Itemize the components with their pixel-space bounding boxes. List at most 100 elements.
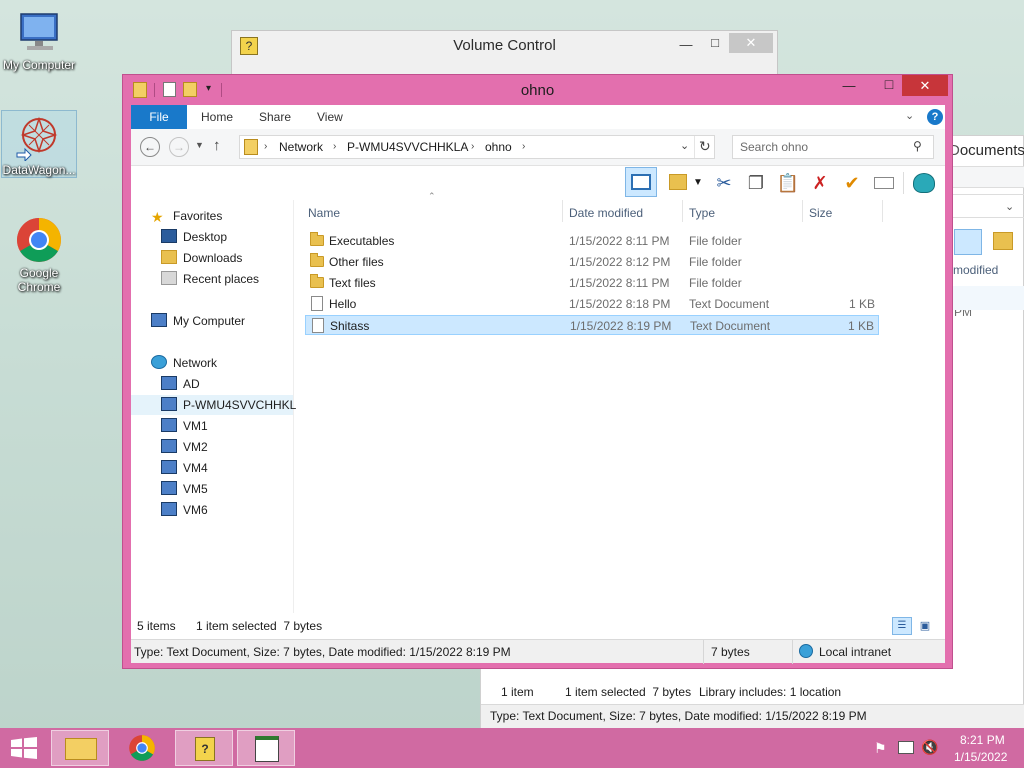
search-icon[interactable]: ⚲ (913, 139, 922, 153)
documents-status-library: Library includes: 1 location (699, 685, 842, 699)
taskbar-volume-control-button[interactable]: ? (175, 730, 233, 766)
file-date: 1/15/2022 8:18 PM (569, 297, 671, 311)
breadcrumb-network[interactable]: Network (279, 140, 323, 154)
file-list-item[interactable]: Other files 1/15/2022 8:12 PM File folder (305, 252, 879, 272)
clock-date[interactable]: 1/15/2022 (954, 750, 1007, 764)
taskbar-chrome-button[interactable] (113, 730, 171, 766)
recent-places-icon (161, 271, 177, 285)
column-header-date[interactable]: Date modified (569, 202, 643, 224)
cut-icon[interactable]: ✂ (711, 170, 737, 196)
large-icons-view-button[interactable]: ▣ (916, 617, 934, 635)
nav-recent-places[interactable]: Recent places (161, 269, 259, 289)
nav-network-computer[interactable]: P-WMU4SVVCHHKL (131, 395, 296, 415)
desktop-icon-label: DataWagon... (2, 163, 76, 177)
documents-status-items: 1 item (501, 685, 534, 699)
nav-desktop[interactable]: Desktop (161, 227, 227, 247)
status-item-count: 5 items (137, 619, 176, 633)
options-dropdown-icon[interactable]: ▼ (691, 170, 705, 196)
nav-network[interactable]: Network (151, 353, 217, 373)
title-bar[interactable]: ▾ ohno — □ ✕ (123, 75, 952, 105)
nav-network-computer[interactable]: VM6 (161, 500, 208, 520)
file-name: Shitass (330, 319, 370, 333)
column-header-type[interactable]: Type (689, 202, 715, 224)
nav-network-computer[interactable]: VM1 (161, 416, 208, 436)
nav-downloads[interactable]: Downloads (161, 248, 242, 268)
command-toolbar: ▼ ✂ ❐ 📋 ✗ ✔ (131, 166, 945, 200)
breadcrumb-separator-icon[interactable]: › (333, 141, 336, 152)
paste-icon[interactable]: 📋 (775, 170, 801, 196)
volume-control-window[interactable]: ? Volume Control — □ ✕ (231, 30, 778, 76)
address-bar[interactable]: › Network › P-WMU4SVVCHHKLA › ohno › ⌄ ↻ (239, 135, 715, 159)
column-header-modified[interactable]: modified (953, 263, 998, 277)
preview-pane-icon[interactable] (625, 167, 657, 197)
breadcrumb-folder[interactable]: ohno (485, 140, 512, 154)
nav-network-computer[interactable]: AD (161, 374, 200, 394)
file-list-item[interactable]: Shitass 1/15/2022 8:19 PM Text Document 1 K… (305, 315, 879, 335)
desktop-icon-google-chrome[interactable]: Google Chrome (0, 216, 78, 294)
desktop-icon-label: Google Chrome (17, 266, 61, 294)
breadcrumb-host[interactable]: P-WMU4SVVCHHKLA (347, 140, 468, 154)
file-date: 1/15/2022 8:12 PM (569, 255, 671, 269)
address-dropdown-icon[interactable]: ⌄ (680, 139, 689, 152)
computer-icon (151, 313, 167, 327)
network-tray-icon[interactable] (898, 741, 914, 754)
breadcrumb-separator-icon[interactable]: › (471, 141, 474, 152)
network-computer-icon (161, 376, 177, 390)
help-icon[interactable]: ? (927, 109, 943, 125)
nav-favorites[interactable]: ★ Favorites (151, 206, 222, 226)
delete-icon[interactable]: ✗ (807, 170, 833, 196)
window-title: ohno (520, 82, 555, 99)
copy-icon[interactable]: ❐ (743, 170, 769, 196)
nav-network-computer[interactable]: VM4 (161, 458, 208, 478)
folder-icon[interactable] (993, 232, 1013, 250)
documents-status-selected: 1 item selected 7 bytes (565, 685, 692, 699)
documents-window-title: Documents (949, 142, 1024, 159)
minimize-button[interactable]: — (835, 78, 863, 98)
search-input[interactable]: Search ohno ⚲ (732, 135, 934, 159)
refresh-icon[interactable]: ↻ (699, 138, 711, 155)
file-list-item[interactable]: Text files 1/15/2022 8:11 PM File folder (305, 273, 879, 293)
nav-network-computer[interactable]: VM5 (161, 479, 208, 499)
folder-icon (310, 232, 324, 246)
explorer-window[interactable]: ▾ ohno — □ ✕ File Home Share View ⌄ ? ← … (122, 74, 953, 669)
tab-view[interactable]: View (305, 105, 355, 129)
volume-muted-icon[interactable]: 🔇 (921, 739, 938, 756)
close-button[interactable]: ✕ (902, 75, 948, 96)
maximize-button[interactable]: □ (700, 33, 730, 53)
file-date: 1/15/2022 8:11 PM (569, 234, 670, 248)
desktop-icon-datawagon[interactable]: DataWagon... (1, 110, 77, 178)
shell-icon[interactable] (911, 170, 937, 196)
file-list-item[interactable]: Hello 1/15/2022 8:18 PM Text Document 1 KB (305, 294, 879, 314)
column-header-size[interactable]: Size (809, 202, 832, 224)
nav-network-computer[interactable]: VM2 (161, 437, 208, 457)
tab-share[interactable]: Share (247, 105, 303, 129)
file-list-item[interactable]: Executables 1/15/2022 8:11 PM File folder (305, 231, 879, 251)
monitor-icon (15, 8, 63, 56)
clock-time[interactable]: 8:21 PM (960, 733, 1005, 747)
column-header-name[interactable]: Name (308, 202, 340, 224)
forward-button[interactable]: → (169, 137, 189, 157)
back-button[interactable]: ← (140, 137, 160, 157)
up-button[interactable]: ↑ (213, 137, 221, 154)
tab-home[interactable]: Home (189, 105, 245, 129)
network-globe-icon (151, 355, 167, 369)
action-center-flag-icon[interactable]: ⚑ (874, 740, 887, 757)
details-size: 7 bytes (711, 645, 750, 659)
expand-ribbon-icon[interactable]: ⌄ (905, 109, 914, 122)
taskbar-explorer-button[interactable] (51, 730, 109, 766)
start-button[interactable] (9, 737, 39, 759)
taskbar-notepad-button[interactable] (237, 730, 295, 766)
close-button[interactable]: ✕ (729, 33, 773, 53)
maximize-button[interactable]: □ (875, 76, 903, 96)
desktop-icon-my-computer[interactable]: My Computer (0, 8, 78, 72)
details-view-button[interactable]: ☰ (892, 617, 912, 635)
rename-icon[interactable] (871, 170, 897, 196)
view-pane-icon[interactable] (954, 229, 982, 255)
folder-options-icon[interactable] (665, 170, 691, 196)
nav-my-computer[interactable]: My Computer (151, 311, 245, 331)
breadcrumb-separator-icon[interactable]: › (264, 141, 267, 152)
breadcrumb-separator-icon[interactable]: › (522, 141, 525, 152)
checkmark-icon[interactable]: ✔ (839, 170, 865, 196)
recent-locations-icon[interactable]: ▼ (195, 140, 204, 150)
tab-file[interactable]: File (131, 105, 187, 129)
